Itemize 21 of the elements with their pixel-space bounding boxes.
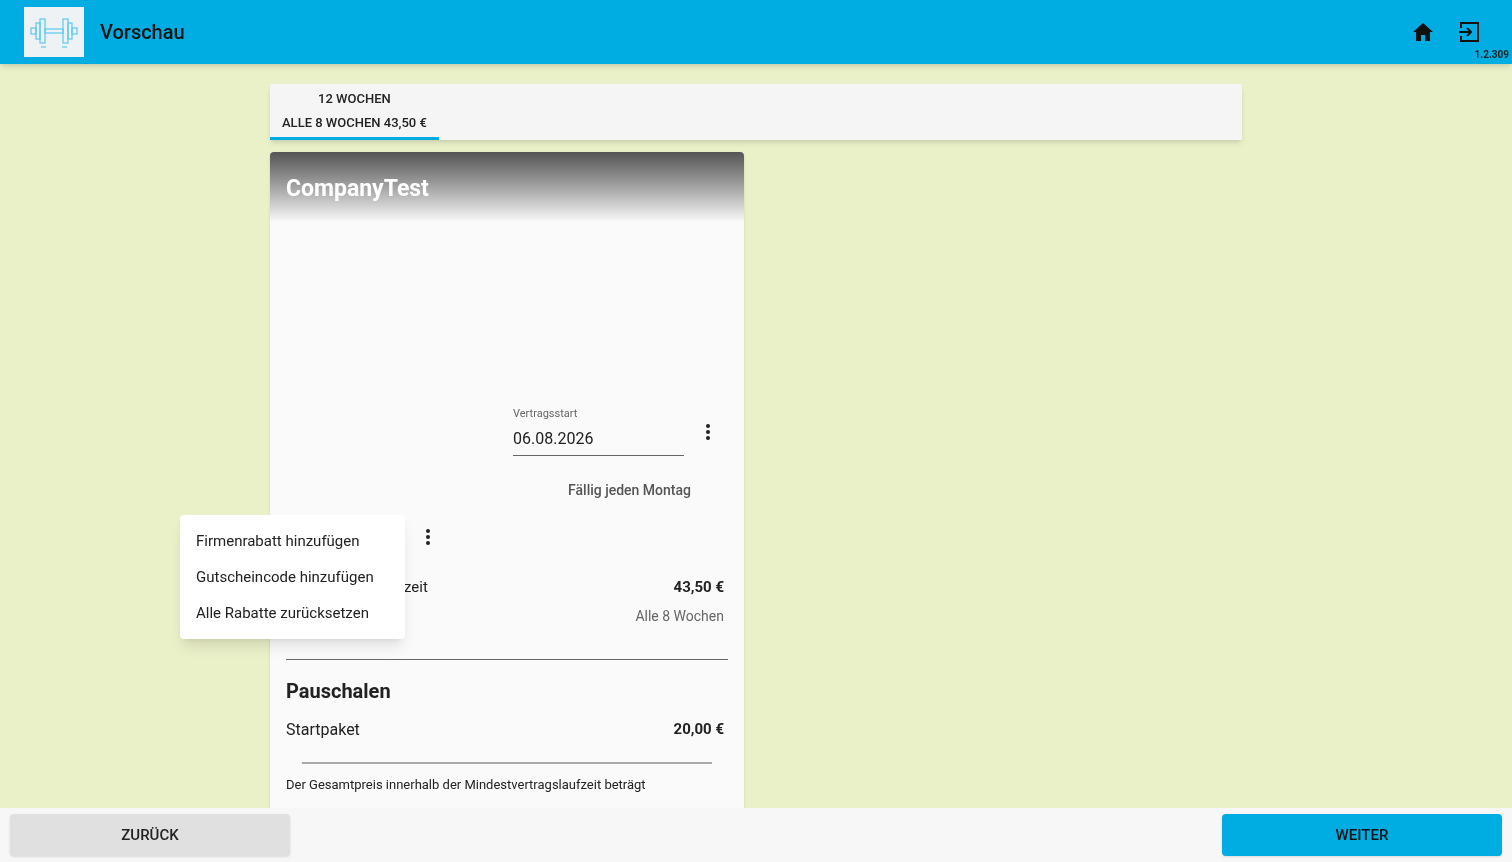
due-note: Fällig jeden Montag <box>568 480 691 500</box>
page-title: Vorschau <box>100 19 185 46</box>
section-heading: Pauschalen <box>286 679 391 703</box>
logo-icon <box>24 7 84 57</box>
card-title: CompanyTest <box>286 175 429 202</box>
menu-item[interactable]: Gutscheincode hinzufügen <box>180 559 405 595</box>
logout-icon[interactable] <box>1458 21 1480 43</box>
contract-start-field[interactable]: Vertragsstart 06.08.2026 <box>513 406 684 456</box>
fee-name: Startpaket <box>286 719 360 741</box>
fee-price: 20,00 € <box>673 719 724 740</box>
fee-label: zeit <box>404 576 428 598</box>
next-button[interactable]: WEITER <box>1222 814 1502 856</box>
menu-item[interactable]: Firmenrabatt hinzufügen <box>180 523 405 559</box>
menu-item[interactable]: Alle Rabatte zurücksetzen <box>180 595 405 631</box>
total-note: Der Gesamtpreis innerhalb der Mindestvertragslaufzeit beträgt <box>286 777 646 792</box>
back-button[interactable]: ZURÜCK <box>10 814 290 856</box>
fee-price: 43,50 € <box>673 576 725 598</box>
version-label: 1.2.309 <box>1474 48 1509 62</box>
tab[interactable]: 12 WOCHEN ALLE 8 WOCHEN 43,50 € <box>270 84 439 140</box>
home-icon[interactable] <box>1412 22 1434 42</box>
fee-interval: Alle 8 Wochen <box>635 607 724 626</box>
